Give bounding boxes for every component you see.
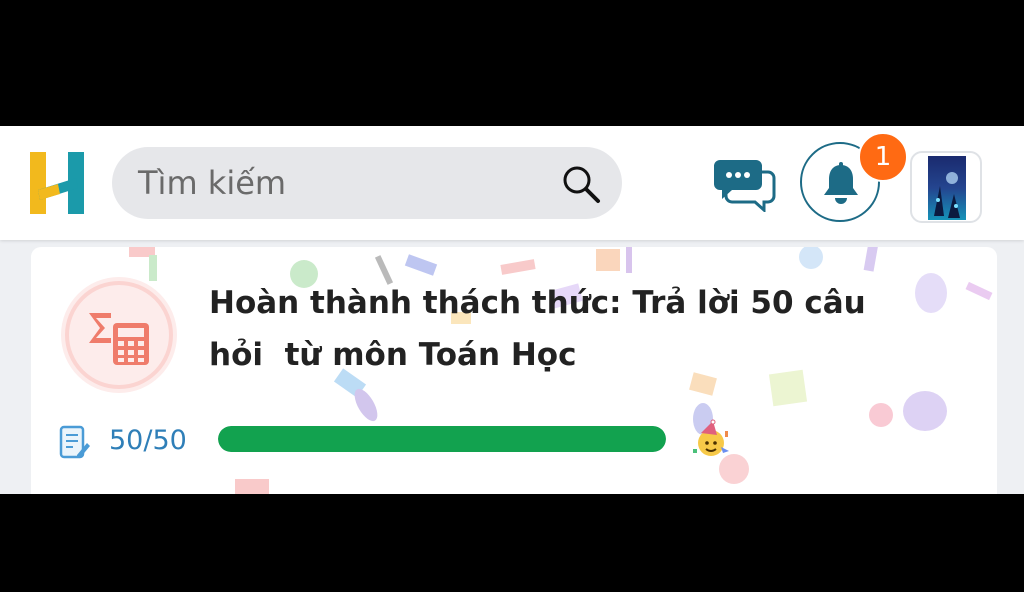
progress-bar (218, 426, 666, 452)
document-icon (59, 425, 90, 459)
avatar-image (928, 156, 966, 220)
party-popper-icon (693, 419, 729, 456)
progress-count: 50/50 (109, 425, 187, 456)
search-icon[interactable] (560, 163, 602, 205)
logo-icon[interactable] (28, 150, 88, 216)
chat-bubbles-icon[interactable] (712, 156, 776, 212)
search-input[interactable]: Tìm kiếm (138, 164, 286, 202)
bell-icon (824, 162, 858, 204)
avatar[interactable] (910, 151, 982, 223)
app-screen: Tìm kiếm 1 Hoàn thành thách thức: Trả lờ… (0, 126, 1024, 494)
challenge-title: Hoàn thành thách thức: Trả lời 50 câu hỏ… (209, 285, 866, 373)
notification-count-badge: 1 (858, 132, 908, 182)
top-bar: Tìm kiếm 1 (0, 126, 1024, 240)
progress-bar-fill (218, 426, 666, 452)
challenge-card[interactable]: Hoàn thành thách thức: Trả lời 50 câu hỏ… (31, 247, 997, 494)
search-bar[interactable]: Tìm kiếm (112, 147, 622, 219)
calculator-sigma-icon (61, 277, 177, 393)
